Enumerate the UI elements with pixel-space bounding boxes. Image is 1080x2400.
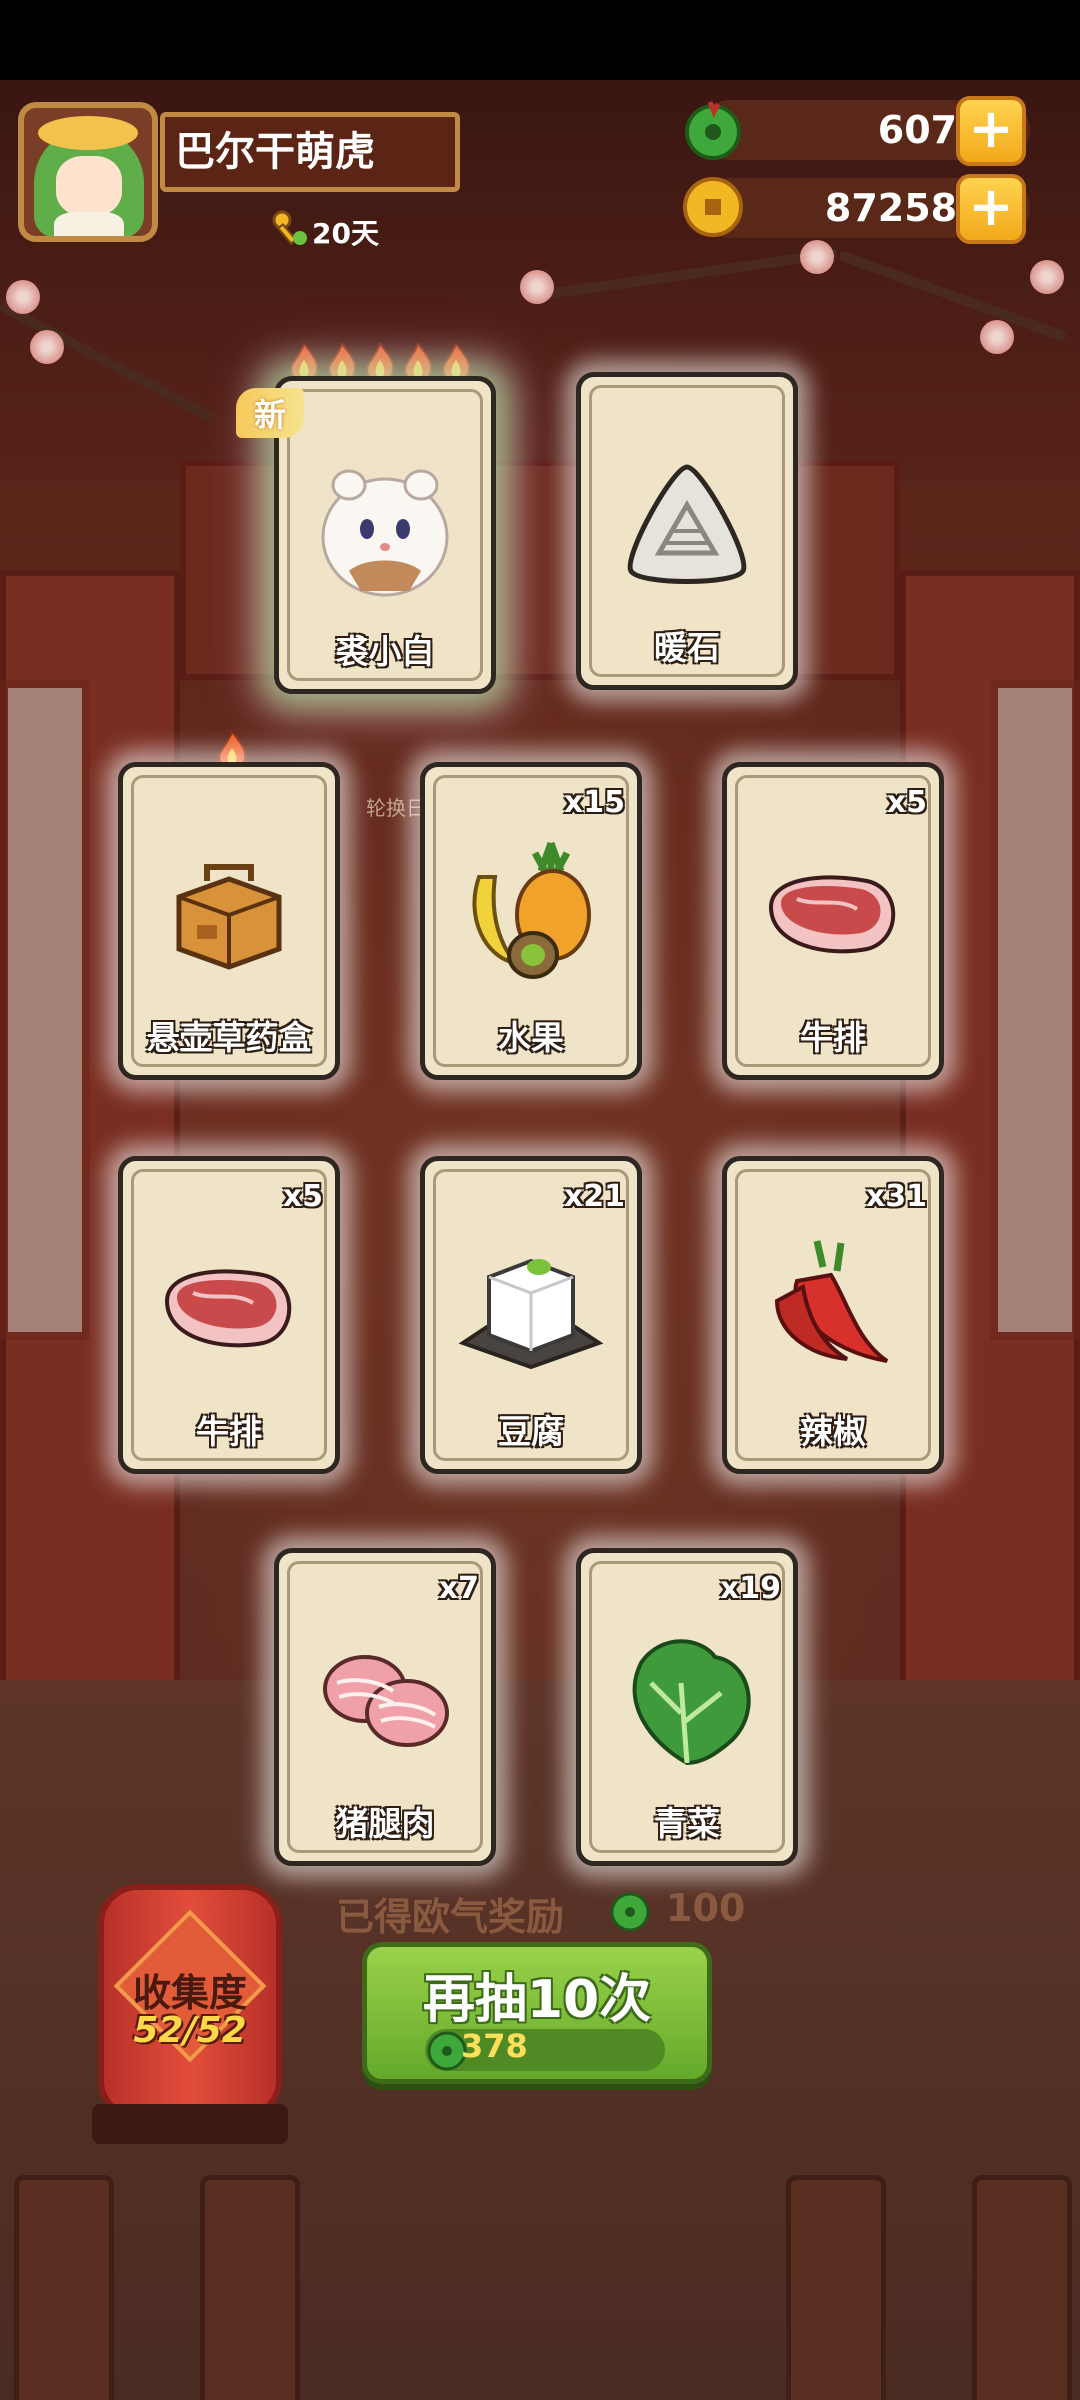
jade-gem-icon [610, 1892, 650, 1932]
card-herb-box[interactable]: 悬壶草药盒 [118, 762, 340, 1080]
blossom-branch [838, 250, 1068, 342]
card-steak[interactable]: x5 牛排 [722, 762, 944, 1080]
blossom [800, 240, 834, 274]
card-label: 豆腐 [498, 1412, 564, 1451]
warm-stone-icon [627, 464, 747, 584]
draw-button-label: 再抽10次 [422, 1970, 652, 2030]
blossom [520, 270, 554, 304]
blossom [980, 320, 1014, 354]
draw-10-button[interactable]: 再抽10次 378 [362, 1942, 712, 2084]
jade-gem-icon [685, 101, 741, 160]
card-label: 辣椒 [800, 1412, 866, 1451]
card-white-cat[interactable]: 裘小白 [274, 376, 496, 694]
white-cat-icon [321, 469, 449, 597]
player-name[interactable]: 巴尔干萌虎 [160, 112, 460, 192]
draw-cost: 378 [461, 2027, 528, 2065]
add-coins-button[interactable]: + [956, 174, 1026, 244]
new-badge: 新 [236, 388, 305, 438]
card-tofu[interactable]: x21 豆腐 [420, 1156, 642, 1474]
pork-icon [323, 1655, 449, 1747]
card-chili[interactable]: x31 辣椒 [722, 1156, 944, 1474]
blossom-branch [0, 300, 215, 423]
card-label: 裘小白 [335, 632, 435, 671]
blossom [1030, 260, 1064, 294]
card-count: x31 [865, 1179, 927, 1214]
card-label: 牛排 [196, 1412, 262, 1451]
card-count: x5 [886, 785, 927, 820]
days-count: 20天 [312, 217, 379, 250]
collection-value: 52/52 [133, 2010, 247, 2051]
card-pork-leg[interactable]: x7 猪腿肉 [274, 1548, 496, 1866]
railing-post [786, 2175, 886, 2400]
card-label: 暖石 [654, 628, 720, 667]
railing-post [200, 2175, 300, 2400]
card-fruit[interactable]: x15 水果 [420, 762, 642, 1080]
card-count: x15 [563, 785, 625, 820]
tofu-icon [458, 1258, 604, 1370]
railing-post [14, 2175, 114, 2400]
railing-post [972, 2175, 1072, 2400]
collection-label: 收集度 [132, 1971, 247, 2015]
card-label: 青菜 [654, 1804, 720, 1843]
reward-value: 100 [666, 1886, 746, 1930]
blossom [6, 280, 40, 314]
gold-coin-icon [683, 177, 743, 237]
reward-label: 已得欧气奖励 [336, 1895, 565, 1939]
card-count: x5 [282, 1179, 323, 1214]
card-label: 猪腿肉 [335, 1804, 435, 1843]
steak-icon [768, 875, 896, 954]
card-count: x19 [719, 1571, 781, 1606]
key-icon [272, 210, 307, 245]
lantern-stand [92, 2104, 288, 2144]
blossom-branch [539, 248, 838, 300]
card-steak[interactable]: x5 牛排 [118, 1156, 340, 1474]
card-label: 悬壶草药盒 [146, 1018, 312, 1057]
card-label: 牛排 [800, 1018, 866, 1057]
greens-icon [632, 1639, 751, 1766]
add-gems-button[interactable]: + [956, 96, 1026, 166]
blossom [30, 330, 64, 364]
collection-lantern[interactable]: 收集度 52/52 [98, 1884, 282, 2120]
card-label: 水果 [498, 1018, 564, 1057]
chili-icon [774, 1240, 889, 1363]
player-avatar[interactable] [18, 102, 158, 242]
right-window [990, 680, 1080, 1340]
card-greens[interactable]: x19 青菜 [576, 1548, 798, 1866]
herb-box-icon [176, 864, 282, 970]
left-window [0, 680, 90, 1340]
steak-icon [164, 1269, 292, 1348]
fruit-icon [472, 841, 591, 979]
card-warm-stone[interactable]: 暖石 [576, 372, 798, 690]
card-count: x21 [563, 1179, 625, 1214]
card-count: x7 [438, 1571, 479, 1606]
